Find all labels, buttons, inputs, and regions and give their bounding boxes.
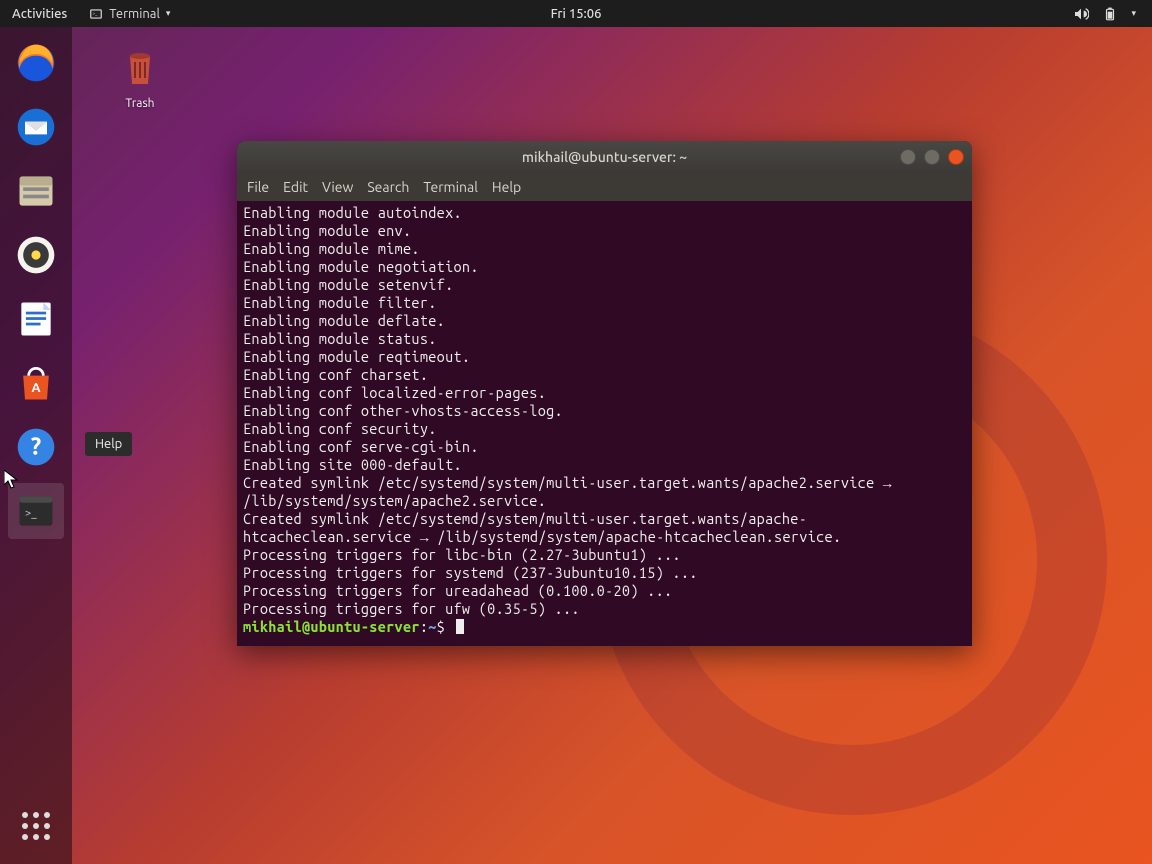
terminal-output-line: Processing triggers for ureadahead (0.10… <box>243 582 966 600</box>
files-icon <box>14 169 58 213</box>
volume-icon[interactable] <box>1073 6 1089 22</box>
terminal-output-line: Enabling module autoindex. <box>243 204 966 222</box>
terminal-output-line: Enabling site 000-default. <box>243 456 966 474</box>
terminal-output-line: Enabling conf localized-error-pages. <box>243 384 966 402</box>
svg-text:>_: >_ <box>93 11 99 16</box>
trash-icon <box>116 42 164 90</box>
terminal-output-line: Processing triggers for libc-bin (2.27-3… <box>243 546 966 564</box>
top-bar: Activities >_ Terminal ▾ Fri 15:06 ▾ <box>0 0 1152 27</box>
menu-edit[interactable]: Edit <box>283 179 308 195</box>
svg-text:>_: >_ <box>25 508 37 520</box>
close-button[interactable] <box>948 149 964 165</box>
dock-ubuntu-software[interactable]: A <box>8 355 64 411</box>
shopping-bag-icon: A <box>14 361 58 405</box>
show-applications-button[interactable] <box>8 798 64 854</box>
app-menu[interactable]: >_ Terminal ▾ <box>89 7 170 21</box>
dock-firefox[interactable] <box>8 35 64 91</box>
apps-grid-icon <box>22 812 50 840</box>
document-icon <box>14 297 58 341</box>
activities-button[interactable]: Activities <box>12 7 67 21</box>
terminal-output-line: Enabling module filter. <box>243 294 966 312</box>
terminal-output-line: Enabling conf other-vhosts-access-log. <box>243 402 966 420</box>
terminal-output-line: Enabling module negotiation. <box>243 258 966 276</box>
svg-text:?: ? <box>31 432 41 459</box>
dock: A ? >_ <box>0 27 72 864</box>
terminal-titlebar[interactable]: mikhail@ubuntu-server: ~ <box>237 141 972 173</box>
terminal-output-line: Enabling module reqtimeout. <box>243 348 966 366</box>
terminal-output-line: Enabling module env. <box>243 222 966 240</box>
terminal-output-line: Enabling conf charset. <box>243 366 966 384</box>
terminal-title: mikhail@ubuntu-server: ~ <box>522 149 687 165</box>
desktop-trash-label: Trash <box>104 97 176 110</box>
dock-thunderbird[interactable] <box>8 99 64 155</box>
menu-terminal[interactable]: Terminal <box>423 179 478 195</box>
terminal-window: mikhail@ubuntu-server: ~ File Edit View … <box>237 141 972 646</box>
chevron-down-icon: ▾ <box>166 8 171 19</box>
terminal-output-line: Processing triggers for systemd (237-3ub… <box>243 564 966 582</box>
menu-help[interactable]: Help <box>492 179 521 195</box>
terminal-output-line: Enabling module mime. <box>243 240 966 258</box>
terminal-output-line: Enabling module status. <box>243 330 966 348</box>
terminal-output-line: Processing triggers for ufw (0.35-5) ... <box>243 600 966 618</box>
terminal-menubar: File Edit View Search Terminal Help <box>237 173 972 201</box>
terminal-output-line: Enabling conf serve-cgi-bin. <box>243 438 966 456</box>
prompt-path: ~ <box>428 618 436 635</box>
dock-rhythmbox[interactable] <box>8 227 64 283</box>
dock-help[interactable]: ? <box>8 419 64 475</box>
chevron-down-icon[interactable]: ▾ <box>1131 8 1136 19</box>
app-menu-label: Terminal <box>109 7 160 21</box>
terminal-prompt[interactable]: mikhail@ubuntu-server:~$ <box>243 618 966 636</box>
menu-view[interactable]: View <box>322 179 353 195</box>
terminal-body[interactable]: Enabling module autoindex.Enabling modul… <box>237 201 972 646</box>
terminal-output-line: Enabling conf security. <box>243 420 966 438</box>
dock-terminal[interactable]: >_ <box>8 483 64 539</box>
svg-text:A: A <box>31 381 40 395</box>
firefox-icon <box>14 41 58 85</box>
clock[interactable]: Fri 15:06 <box>551 7 602 21</box>
prompt-cursor <box>456 619 464 634</box>
terminal-output-line: Enabling module deflate. <box>243 312 966 330</box>
terminal-output-line: Created symlink /etc/systemd/system/mult… <box>243 510 966 546</box>
dock-files[interactable] <box>8 163 64 219</box>
terminal-icon: >_ <box>89 7 103 21</box>
dock-tooltip: Help <box>85 432 132 456</box>
help-icon: ? <box>14 425 58 469</box>
dock-libreoffice-writer[interactable] <box>8 291 64 347</box>
prompt-user: mikhail@ubuntu-server <box>243 618 420 635</box>
menu-search[interactable]: Search <box>367 179 409 195</box>
minimize-button[interactable] <box>900 149 916 165</box>
desktop-trash[interactable]: Trash <box>104 42 176 110</box>
thunderbird-icon <box>14 105 58 149</box>
terminal-output-line: Created symlink /etc/systemd/system/mult… <box>243 474 966 510</box>
terminal-output-line: Enabling module setenvif. <box>243 276 966 294</box>
music-icon <box>14 233 58 277</box>
terminal-icon: >_ <box>14 489 58 533</box>
menu-file[interactable]: File <box>247 179 269 195</box>
battery-icon[interactable] <box>1103 6 1117 22</box>
maximize-button[interactable] <box>924 149 940 165</box>
